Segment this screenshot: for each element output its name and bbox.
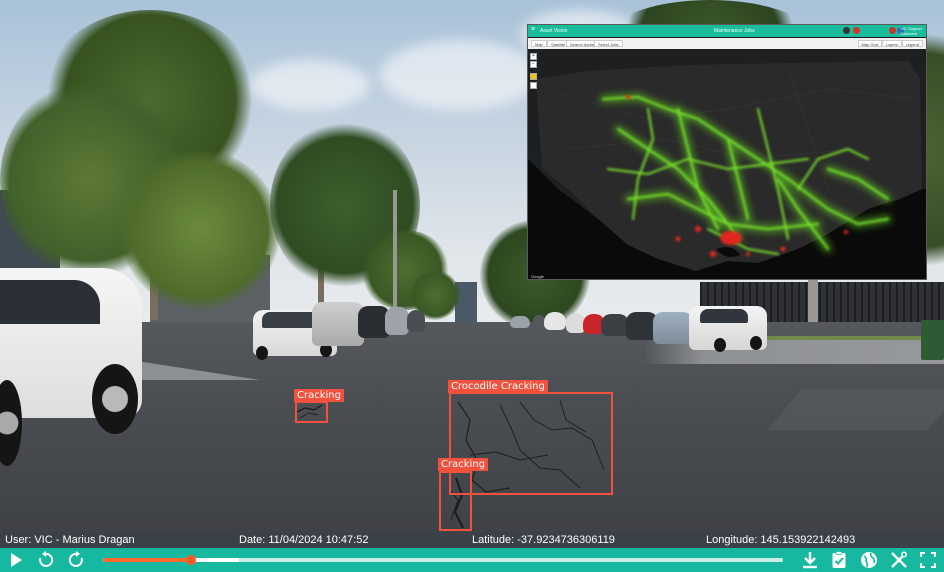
notification-icon[interactable]: [843, 27, 850, 34]
tools-icon: [891, 551, 907, 568]
play-button[interactable]: [6, 550, 26, 570]
user-info: User: VIC - Marius Dragan: [5, 534, 135, 546]
info-bar: User: VIC - Marius Dragan Date: 11/04/20…: [0, 532, 944, 548]
map-header: ≡ Asset Vision Maintenance Jobs VIC Supp…: [528, 25, 926, 37]
playback-controls: [0, 548, 944, 572]
detection-label: Crocodile Cracking: [448, 380, 548, 393]
tools-button[interactable]: [889, 550, 909, 570]
tab-map-grid[interactable]: Map Grid: [857, 40, 882, 47]
street-view-icon[interactable]: [530, 73, 537, 80]
fullscreen-icon: [920, 552, 936, 568]
tab-legend[interactable]: Legend: [901, 40, 923, 47]
globe-icon: [861, 552, 877, 568]
detection-box: [449, 392, 613, 495]
map-user: VIC Support Dashcam: [900, 26, 922, 36]
map-title: Maintenance Jobs: [714, 28, 755, 34]
play-icon: [11, 553, 22, 567]
zoom-in-button[interactable]: +: [530, 53, 537, 60]
seek-progress: [103, 558, 191, 562]
tab-select-jobs[interactable]: Select Jobs: [594, 40, 623, 47]
map-panel[interactable]: ≡ Asset Vision Maintenance Jobs VIC Supp…: [527, 24, 927, 280]
fullscreen-button[interactable]: [918, 550, 938, 570]
report-button[interactable]: [829, 550, 849, 570]
seek-thumb[interactable]: [186, 555, 196, 565]
menu-icon[interactable]: ≡: [531, 26, 535, 33]
map-user-org: Dashcam: [900, 31, 918, 36]
tab-layers[interactable]: Layers: [881, 40, 902, 47]
longitude-info: Longitude: 145.153922142493: [706, 534, 856, 546]
layers-icon[interactable]: [530, 82, 537, 89]
clipboard-check-icon: [832, 551, 846, 568]
forward-button[interactable]: [66, 550, 86, 570]
map-brand: Asset Vision: [540, 28, 568, 34]
tab-map[interactable]: Map: [531, 40, 547, 47]
date-info: Date: 11/04/2024 10:47:52: [239, 534, 369, 546]
flag-icon[interactable]: [889, 27, 896, 34]
latitude-info: Latitude: -37.9234736306119: [472, 534, 615, 546]
forward-icon: [68, 551, 83, 567]
detection-label: Cracking: [294, 389, 344, 402]
map-toggle-button[interactable]: [859, 550, 879, 570]
rewind-icon: [39, 551, 54, 567]
rewind-button[interactable]: [36, 550, 56, 570]
detection-label: Cracking: [438, 458, 488, 471]
detection-box: [439, 471, 472, 531]
zoom-out-button[interactable]: −: [530, 61, 537, 68]
victoria-heatmap: [528, 49, 926, 279]
download-button[interactable]: [800, 550, 820, 570]
heatmap-map[interactable]: + − Google: [528, 49, 926, 279]
map-tabs: Map Satellite Search Address Select Jobs…: [528, 38, 926, 49]
detection-box: [295, 401, 328, 423]
alert-icon[interactable]: [853, 27, 860, 34]
google-attribution: Google: [531, 274, 544, 279]
download-icon: [803, 552, 817, 569]
